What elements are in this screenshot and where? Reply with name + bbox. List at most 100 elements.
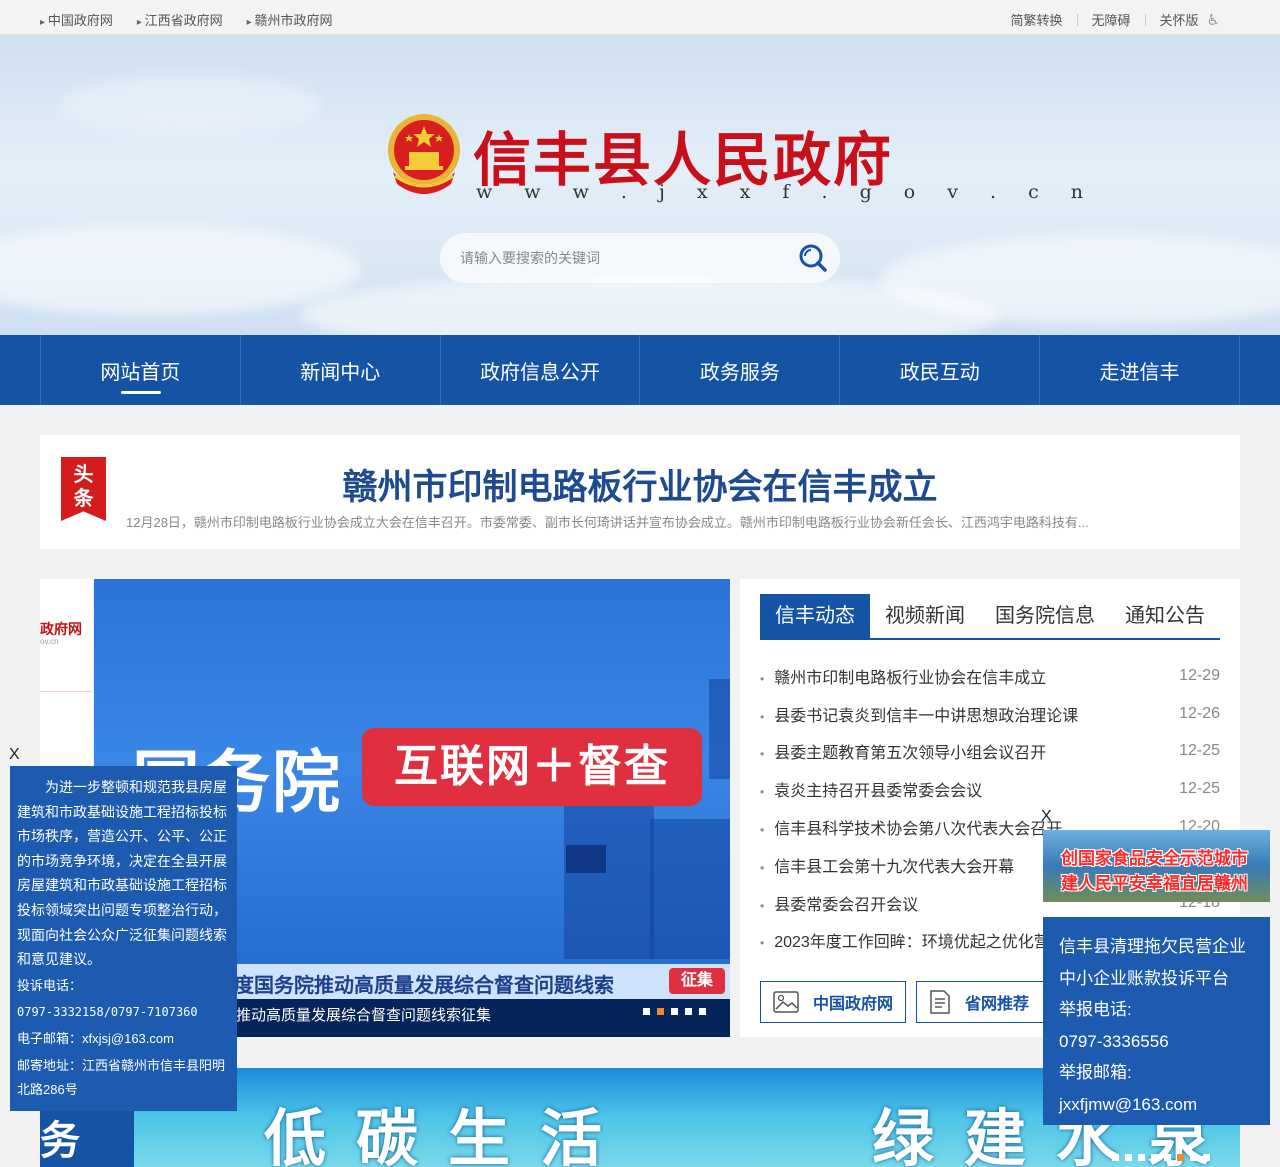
news-list: 赣州市印制电路板行业协会在信丰成立 12-29 县委书记袁炎到信丰一中讲思想政治理… (760, 657, 1220, 959)
building-decoration (566, 845, 606, 873)
quick-link-label: 省网推荐 (965, 996, 1030, 1013)
promo-side-char: 务 (40, 1119, 80, 1163)
tab-notices[interactable]: 通知公告 (1110, 594, 1220, 638)
slide-stripe-text: 度国务院推动高质量发展综合督查问题线索 (234, 975, 614, 997)
news-title[interactable]: 赣州市印制电路板行业协会在信丰成立 (760, 664, 1046, 688)
nav-news-center[interactable]: 新闻中心 (239, 335, 440, 405)
nav-public-interaction[interactable]: 政民互动 (839, 335, 1039, 405)
accessibility-button[interactable]: 无障碍 (1092, 10, 1131, 29)
news-date: 12-26 (1179, 704, 1220, 722)
slide-pagination (643, 1008, 706, 1015)
notice-paragraph: 为进一步整顿和规范我县房屋建筑和市政基础设施工程招标投标市场秩序，营造公开、公平… (17, 779, 227, 968)
quick-links: 中国政府网 省网推荐 (760, 981, 1062, 1023)
news-item[interactable]: 赣州市印制电路板行业协会在信丰成立 12-29 (760, 657, 1220, 695)
headline-summary[interactable]: 12月28日，赣州市印制电路板行业协会成立大会在信丰召开。市委常委、副市长何琦讲… (126, 512, 1186, 531)
food-safety-line1: 创国家食品安全示范城市 (1061, 849, 1248, 868)
tab-video-news[interactable]: 视频新闻 (870, 594, 980, 638)
news-date: 12-25 (1179, 742, 1220, 760)
food-safety-banner[interactable]: 创国家食品安全示范城市 建人民平安幸福宜居赣州 (1043, 830, 1270, 902)
search-box (440, 233, 840, 283)
slide-stripe-tag: 征集 (669, 968, 725, 994)
elder-mode-button[interactable]: 关怀版 (1160, 10, 1199, 29)
nav-gov-services[interactable]: 政务服务 (639, 335, 839, 405)
peek-text: 政府网 (40, 621, 82, 637)
news-title[interactable]: 袁炎主持召开县委常委会会议 (760, 777, 982, 801)
slide-dot-active[interactable] (657, 1008, 664, 1015)
news-item[interactable]: 县委主题教育第五次领导小组会议召开 12-25 (760, 733, 1220, 771)
site-url: w w w . j x x f . g o v . c n (476, 181, 1097, 203)
news-item[interactable]: 袁炎主持召开县委常委会会议 12-25 (760, 770, 1220, 808)
document-icon (930, 990, 950, 1014)
platform-line: 中小企业账款投诉平台 (1059, 968, 1229, 988)
promo-dot[interactable] (1151, 1154, 1158, 1161)
promo-text-left: 低碳生活 (264, 1105, 633, 1167)
slide-caption[interactable]: 推动高质量发展综合督查问题线索征集 (236, 1004, 491, 1025)
building-decoration (709, 679, 730, 779)
promo-dot[interactable] (1203, 1154, 1210, 1161)
cloud-decoration (60, 75, 320, 135)
news-tabs: 信丰动态 视频新闻 国务院信息 通知公告 (760, 594, 1220, 640)
top-utility-bar: 中国政府网 江西省政府网 赣州市政府网 简繁转换 无障碍 关怀版 ♿ (0, 0, 1280, 35)
main-nav: 网站首页 新闻中心 政府信息公开 政务服务 政民互动 走进信丰 (0, 335, 1280, 405)
promo-dot[interactable] (1112, 1154, 1119, 1161)
notice-email: 电子邮箱：xfxjsj@163.com (17, 1030, 174, 1046)
peek-sub: ov.cn (40, 637, 59, 646)
close-right-float-button[interactable]: X (1041, 808, 1052, 826)
quick-link-china-gov[interactable]: 中国政府网 (760, 981, 906, 1023)
quick-link-province[interactable]: 省网推荐 (916, 981, 1062, 1023)
tab-state-council[interactable]: 国务院信息 (980, 594, 1110, 638)
news-title[interactable]: 县委主题教育第五次领导小组会议召开 (760, 739, 1046, 763)
header-banner: 信丰县人民政府 w w w . j x x f . g o v . c n (0, 35, 1280, 335)
simplified-traditional-toggle[interactable]: 简繁转换 (1011, 10, 1063, 29)
news-date: 12-25 (1179, 780, 1220, 798)
close-left-float-button[interactable]: X (9, 746, 20, 764)
peek-line (40, 691, 93, 692)
food-safety-line2: 建人民平安幸福宜居赣州 (1061, 874, 1248, 893)
link-jiangxi-gov[interactable]: 江西省政府网 (137, 10, 223, 29)
news-title[interactable]: 2023年度工作回眸：环境优起之优化营 (760, 928, 1050, 952)
divider (1076, 13, 1078, 26)
search-icon[interactable] (798, 243, 828, 273)
platform-phone-label: 举报电话: (1059, 1000, 1132, 1019)
nav-info-disclosure[interactable]: 政府信息公开 (439, 335, 640, 405)
arrears-complaint-platform[interactable]: 信丰县清理拖欠民营企业 中小企业账款投诉平台 举报电话: 0797-333655… (1043, 917, 1270, 1125)
cloud-decoration (0, 225, 360, 315)
promo-dot[interactable] (1164, 1154, 1171, 1161)
link-ganzhou-gov[interactable]: 赣州市政府网 (247, 10, 332, 29)
wheelchair-icon[interactable]: ♿ (1207, 11, 1220, 29)
news-date: 12-29 (1179, 666, 1220, 684)
link-china-gov[interactable]: 中国政府网 (40, 10, 113, 29)
news-title[interactable]: 县委常委会召开会议 (760, 891, 918, 915)
slide-dot[interactable] (685, 1008, 692, 1015)
tab-xinfeng-news[interactable]: 信丰动态 (760, 594, 870, 638)
headline-card: 头 条 赣州市印制电路板行业协会在信丰成立 12月28日，赣州市印制电路板行业协… (40, 435, 1240, 549)
national-emblem-icon[interactable] (385, 112, 463, 196)
promo-dot[interactable] (1138, 1154, 1145, 1161)
building-decoration (650, 819, 730, 959)
news-title[interactable]: 县委书记袁炎到信丰一中讲思想政治理论课 (760, 702, 1078, 726)
promo-dot-active[interactable] (1177, 1154, 1184, 1161)
notice-address: 邮寄地址：江西省赣州市信丰县阳明北路286号 (17, 1057, 226, 1098)
search-input[interactable] (460, 247, 780, 269)
image-icon (773, 991, 799, 1013)
platform-phone: 0797-3336556 (1059, 1031, 1169, 1051)
promo-pagination (1112, 1154, 1210, 1161)
bidding-rectification-notice[interactable]: 为进一步整顿和规范我县房屋建筑和市政基础设施工程招标投标市场秩序，营造公开、公平… (10, 766, 237, 1111)
slide-dot[interactable] (699, 1008, 706, 1015)
slide-dot[interactable] (643, 1008, 650, 1015)
notice-phone-label: 投诉电话： (17, 977, 83, 993)
platform-email: jxxfjmw@163.com (1059, 1094, 1198, 1114)
news-title[interactable]: 信丰县工会第十九次代表大会开幕 (760, 853, 1014, 877)
news-item[interactable]: 县委书记袁炎到信丰一中讲思想政治理论课 12-26 (760, 695, 1220, 733)
quick-link-label: 中国政府网 (813, 996, 894, 1013)
slide-dot[interactable] (671, 1008, 678, 1015)
news-title[interactable]: 信丰县科学技术协会第八次代表大会召开 (760, 815, 1062, 839)
nav-home[interactable]: 网站首页 (40, 335, 240, 405)
promo-dot[interactable] (1125, 1154, 1132, 1161)
headline-title[interactable]: 赣州市印制电路板行业协会在信丰成立 (40, 459, 1240, 510)
notice-phone-value: 0797-3332158/0797-7107360 (17, 1005, 198, 1020)
platform-email-label: 举报邮箱: (1059, 1063, 1132, 1082)
nav-about-xinfeng[interactable]: 走进信丰 (1039, 335, 1240, 405)
promo-dot[interactable] (1190, 1154, 1197, 1161)
accessibility-tools: 简繁转换 无障碍 关怀版 ♿ (1011, 10, 1221, 29)
